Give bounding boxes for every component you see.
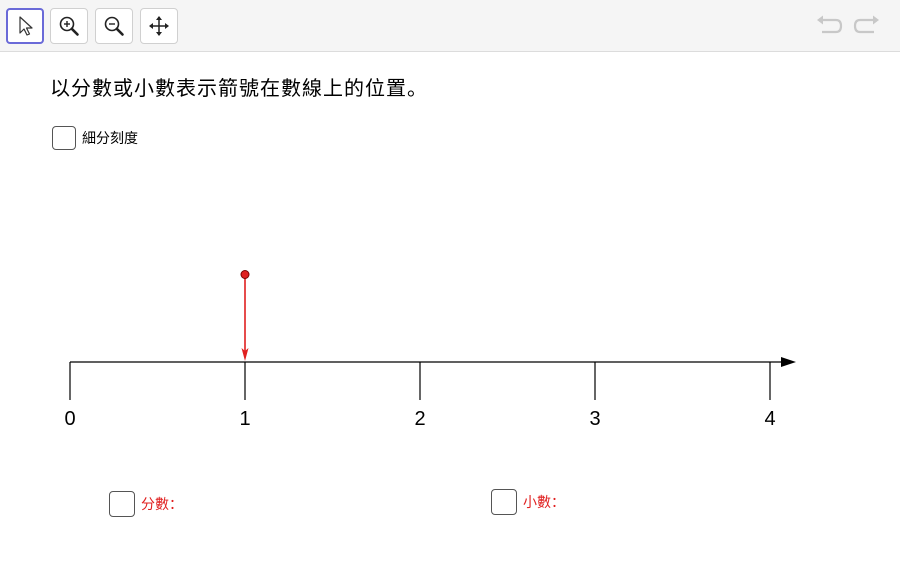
tick-label: 0 [64, 408, 75, 430]
fraction-label: 分數： [141, 497, 183, 513]
tick-label: 4 [764, 408, 775, 430]
fraction-option: 分數： [109, 491, 183, 517]
axis-arrowhead [781, 357, 796, 367]
position-arrow[interactable] [240, 270, 250, 362]
decimal-checkbox[interactable] [491, 489, 517, 515]
decimal-option: 小數： [491, 489, 565, 515]
decimal-label: 小數： [523, 495, 565, 511]
position-arrow-handle[interactable] [240, 270, 250, 279]
tick-group: 0 1 2 3 4 [64, 362, 776, 430]
tick-label: 1 [239, 408, 250, 430]
fraction-checkbox[interactable] [109, 491, 135, 517]
tick-label: 2 [414, 408, 425, 430]
tick-label: 3 [589, 408, 600, 430]
